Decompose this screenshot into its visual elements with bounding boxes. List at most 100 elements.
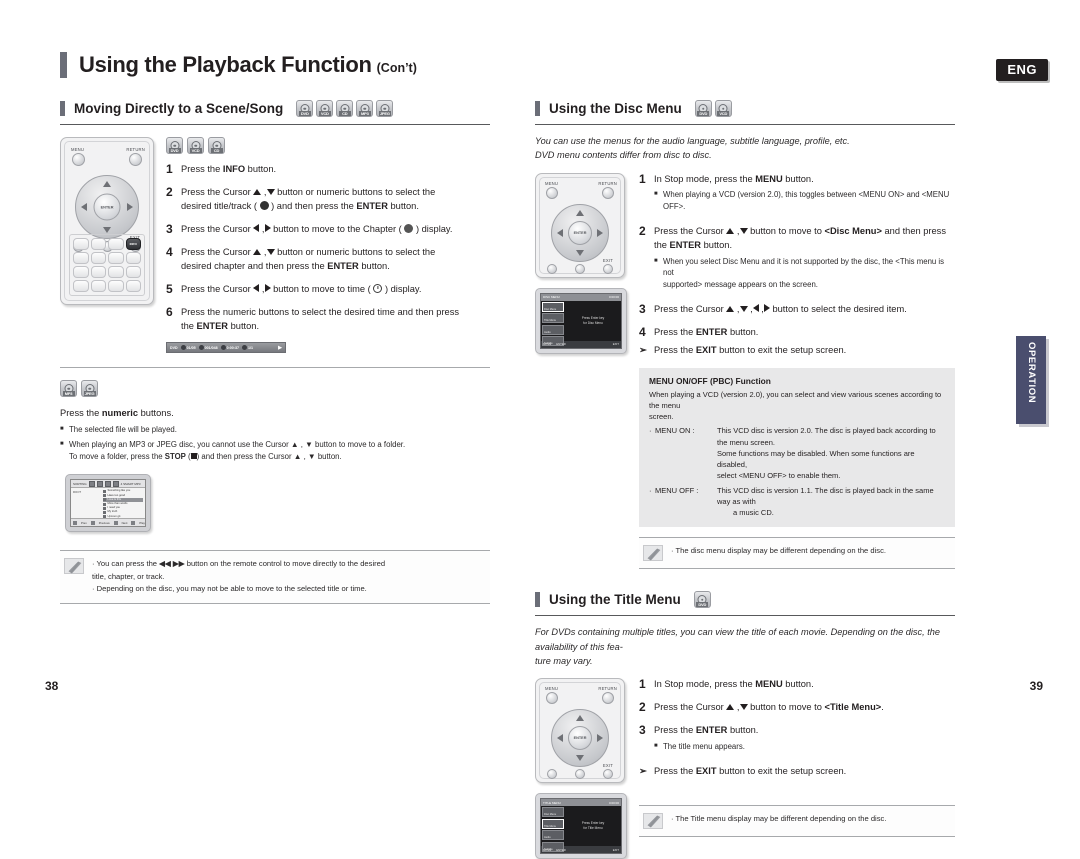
mp3-track-item: Upcoun git — [103, 515, 143, 519]
footer-icon-2 — [90, 520, 95, 525]
step-bullet: ■ When you select Disc Menu and it is no… — [654, 256, 955, 291]
heading-accent-bar — [60, 101, 65, 116]
exit-step: ➢ Press the EXIT button to exit the setu… — [639, 345, 955, 356]
page-number-left: 38 — [45, 679, 59, 693]
mp3-screen-footer: Prev Previous Next Play — [71, 518, 145, 527]
remote-label-exit: EXIT — [602, 257, 613, 263]
step-4: 4 Press the Cursor , button or numeric b… — [166, 245, 490, 274]
section-heading-disc-menu: Using the Disc Menu DVD VCD — [535, 100, 955, 125]
step-text: Press the numeric buttons to select the … — [181, 306, 460, 331]
screen-main-message: Press Enter key for Disc Menu — [581, 315, 605, 325]
page-title-suffix: (Con’t) — [376, 61, 417, 75]
manual-page: Using the Playback Function (Con’t) ENG … — [0, 0, 1080, 859]
footer-icon-4 — [131, 520, 136, 525]
left-column: Moving Directly to a Scene/Song DVD VCD … — [60, 100, 490, 604]
title-menu-screen: TITLE MENU 0:00:00 Disc Menu Title Menu … — [535, 793, 627, 859]
screen-thumb: Audio — [542, 830, 564, 841]
disc-icon-group: DVD VCD — [694, 100, 732, 117]
step-bullet: ■ When playing a VCD (version 2.0), this… — [654, 189, 955, 212]
cursor-left-icon — [253, 283, 260, 292]
cursor-down-icon — [266, 188, 275, 195]
step-3: 3 Press the ENTER button. ■ The title me… — [639, 723, 955, 756]
instruction-steps: 1 Press the INFO button. 2 Press the Cur… — [166, 162, 490, 354]
remote-key — [90, 280, 106, 292]
mp3-track-list: Something like you Have too good Love is… — [101, 488, 145, 519]
disc-icon-cd: CD — [208, 137, 225, 154]
remote-enter-label: ENTER — [100, 205, 114, 209]
step-text: Press the Cursor , button or numeric but… — [181, 246, 436, 271]
step-1: 1 In Stop mode, press the MENU button. ■… — [639, 172, 955, 216]
bullet-text: When playing a VCD (version 2.0), this t… — [663, 190, 950, 212]
section-title: Using the Title Menu — [549, 592, 681, 608]
cursor-down-icon — [739, 305, 748, 312]
disc-icon-mp3: MP3 — [60, 380, 77, 398]
remote-enter-button: ENTER — [568, 220, 592, 245]
remote-key — [90, 266, 106, 278]
pbc-item-text: This VCD disc is version 2.0. The disc i… — [717, 426, 936, 481]
audio-icon — [241, 345, 247, 351]
title-accent-bar — [60, 52, 67, 78]
osd-title-counter: 01/05 — [180, 345, 196, 351]
remote-label-menu: MENU — [545, 686, 559, 692]
remote-key — [73, 238, 89, 250]
note-text: · The Title menu display may be differen… — [671, 813, 887, 823]
bullet-square-icon: ■ — [60, 441, 64, 447]
side-tab-label: OPERATION — [1026, 342, 1037, 404]
bullet-text: The selected file will be played. — [69, 425, 177, 435]
remote-menu-button — [546, 186, 558, 199]
step-3: 3 Press the Cursor , , , button to selec… — [639, 302, 955, 317]
step-number: 6 — [166, 304, 173, 319]
cursor-up-icon — [726, 704, 735, 711]
disc-icon-mp3: MP3 — [356, 100, 374, 117]
section-heading-title-menu: Using the Title Menu DVD — [535, 591, 955, 617]
step-text: In Stop mode, press the MENU button. — [654, 679, 814, 690]
bullet-square-icon: ■ — [654, 191, 658, 198]
arrow-marker-icon: ➢ — [639, 765, 647, 776]
section-title: Using the Disc Menu — [549, 101, 682, 116]
disc-icon-dvd: DVD — [296, 100, 314, 117]
disc-icon-dvd: DVD — [166, 137, 183, 154]
remote-menu-button — [72, 153, 85, 166]
remote-exit-button — [603, 263, 613, 274]
pbc-heading: MENU ON/OFF (PBC) Function — [649, 375, 771, 386]
step-number: 1 — [166, 162, 173, 176]
remote-dpad: ENTER — [75, 175, 139, 239]
screen-thumb-list: Disc Menu Title Menu Audio Subtitle — [541, 806, 565, 852]
remote-return-button — [129, 153, 142, 166]
sort-icon-4 — [112, 480, 119, 487]
step-number: 2 — [166, 184, 173, 199]
remote-key — [73, 266, 89, 278]
remote-key — [125, 266, 141, 278]
pbc-info-panel: MENU ON/OFF (PBC) Function When playing … — [639, 367, 955, 528]
disc-menu-screen: DISC MENU 0:00:00 Disc Menu Title Menu A… — [535, 287, 627, 354]
remote-enter-label: ENTER — [573, 230, 587, 235]
note-text: · The disc menu display may be different… — [671, 546, 887, 556]
remote-enter-label: ENTER — [573, 736, 587, 741]
remote-key — [90, 252, 106, 264]
cursor-left-icon — [253, 223, 260, 232]
bullet-text: When you select Disc Menu and it is not … — [663, 256, 945, 290]
step-6: 6 Press the numeric buttons to select th… — [166, 304, 490, 334]
screen-footer-exit: EXIT — [612, 847, 619, 852]
title-menu-steps: 1 In Stop mode, press the MENU button. 2… — [639, 677, 955, 777]
disc-icon-group: DVD — [693, 591, 711, 609]
dpad-down-icon — [576, 249, 584, 256]
step-number: 2 — [639, 700, 646, 715]
step-5: 5 Press the Cursor , button to move to t… — [166, 282, 490, 297]
step-text: Press the ENTER button. ■ The title menu… — [654, 724, 955, 756]
osd-status-bar: DVD 01/05 001/048 0:00:37 1/1 ▶ — [166, 342, 286, 354]
dpad-left-icon — [81, 203, 87, 211]
cursor-down-icon — [739, 227, 748, 234]
pencil-note-icon — [643, 812, 663, 829]
left-divider — [60, 367, 490, 369]
mp3-folder-pane: ROOT — [71, 488, 101, 518]
section-title: Moving Directly to a Scene/Song — [74, 101, 284, 116]
remote-key — [125, 252, 141, 264]
step-text: Press the Cursor , , , button to select … — [654, 303, 907, 314]
clock-icon — [220, 345, 226, 351]
disc-icon-vcd: VCD — [714, 100, 732, 117]
step-text: Press the Cursor , button or numeric but… — [181, 186, 436, 211]
dpad-down-icon — [576, 755, 584, 762]
remote-enter-button: ENTER — [568, 726, 592, 751]
step-1: 1 Press the INFO button. — [166, 162, 490, 177]
